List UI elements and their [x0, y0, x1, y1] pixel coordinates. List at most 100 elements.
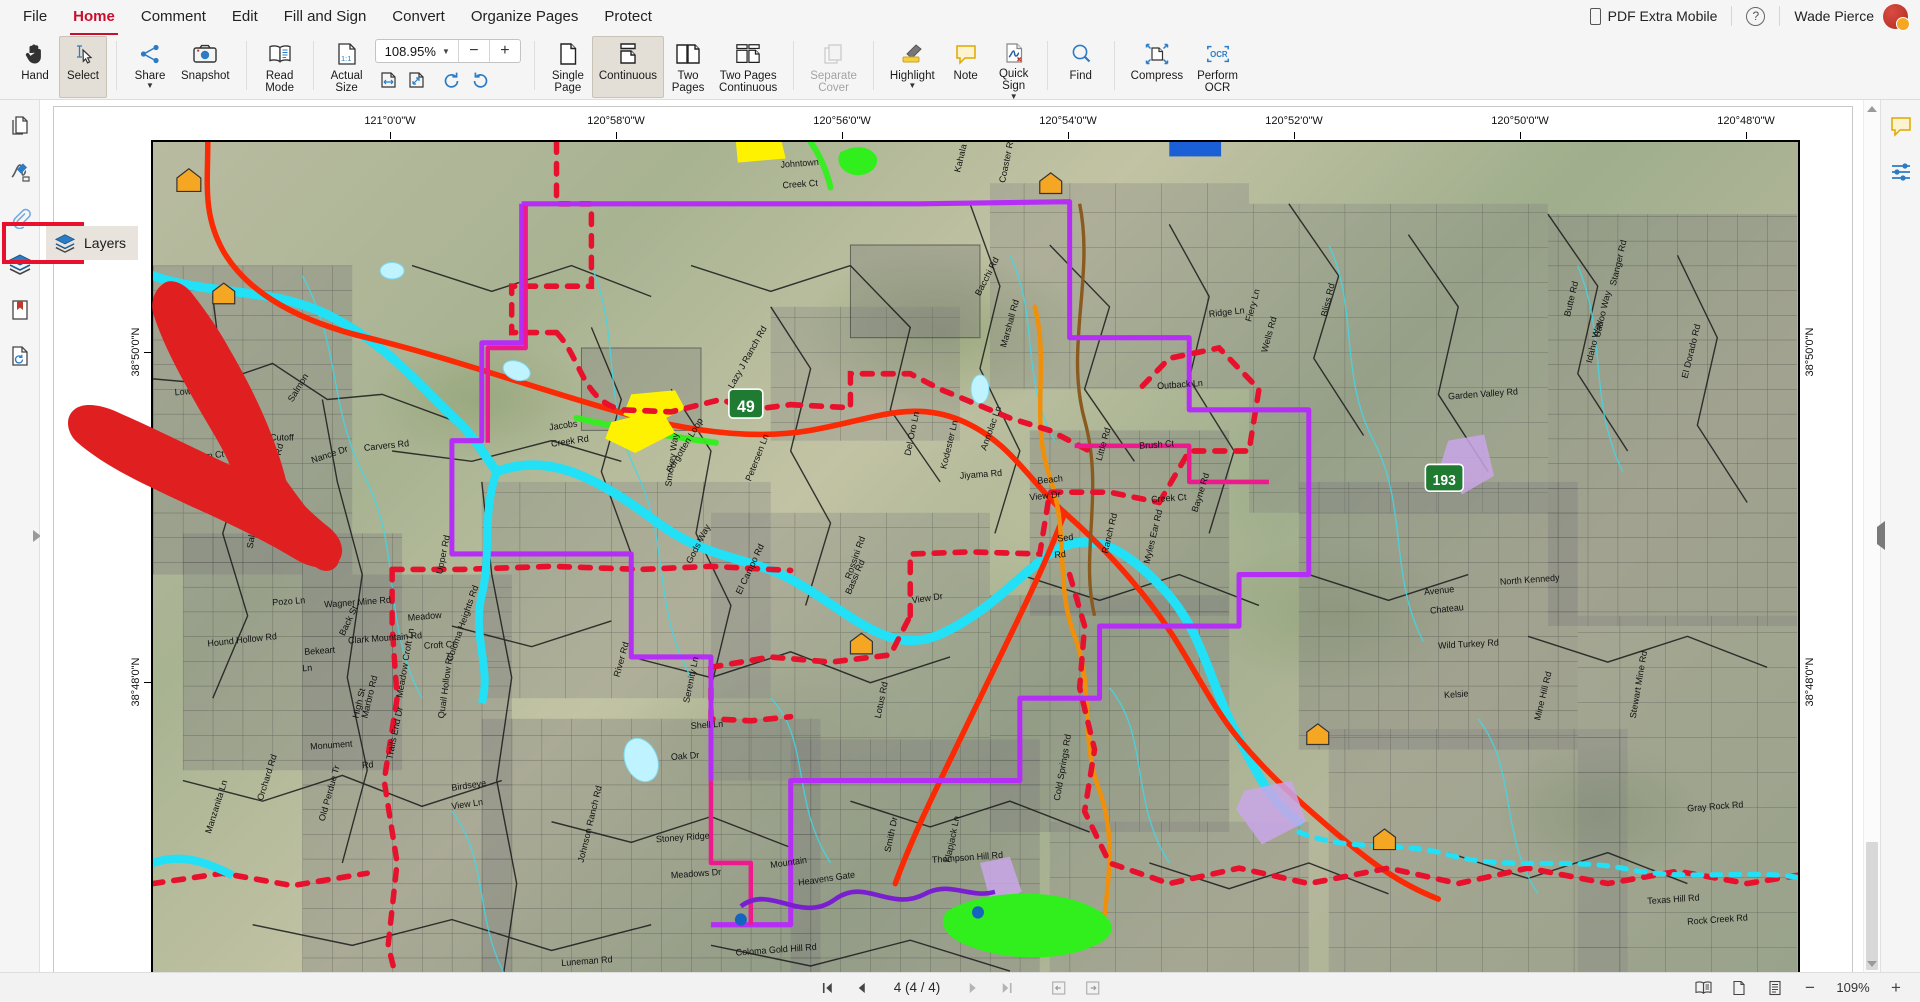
- share-chevron-down-icon[interactable]: ▼: [146, 82, 154, 90]
- menu-item-comment[interactable]: Comment: [128, 2, 219, 31]
- layers-tooltip[interactable]: Layers: [46, 226, 139, 260]
- view-mode-book-icon[interactable]: [1692, 978, 1714, 998]
- document-view[interactable]: 121°0'0"W 120°58'0"W 120°56'0"W 120°54'0…: [40, 100, 1880, 1002]
- note-button[interactable]: Note: [942, 36, 990, 98]
- menu-item-edit[interactable]: Edit: [219, 2, 271, 31]
- highlight-blue-area: [1169, 142, 1222, 157]
- hand-tool-button[interactable]: Hand: [11, 36, 59, 98]
- sidebar-item-revisions[interactable]: [6, 342, 34, 370]
- find-button[interactable]: Find: [1057, 36, 1105, 98]
- chevron-up-icon: [1867, 105, 1877, 112]
- rotate-cw-icon[interactable]: [467, 68, 493, 92]
- sidebar-item-signatures[interactable]: [6, 158, 34, 186]
- share-button[interactable]: Share ▼: [126, 36, 174, 98]
- menu-item-fill-and-sign[interactable]: Fill and Sign: [271, 2, 380, 31]
- fit-width-icon[interactable]: [375, 68, 401, 92]
- svg-text:Falls Cutoff: Falls Cutoff: [249, 433, 295, 443]
- highway-shield-193: 193: [1424, 463, 1465, 492]
- page-indicator[interactable]: 4 (4 / 4): [886, 980, 949, 995]
- last-page-button[interactable]: [996, 978, 1016, 998]
- status-zoom-level: 109%: [1836, 980, 1870, 995]
- two-pages-continuous-button[interactable]: Two Pages Continuous: [712, 36, 784, 98]
- menu-divider-2: [1779, 6, 1781, 26]
- menu-item-home[interactable]: Home: [60, 2, 128, 35]
- chevron-down-icon: [1867, 960, 1877, 967]
- scrollbar-thumb[interactable]: [1866, 842, 1878, 970]
- menu-item-convert[interactable]: Convert: [379, 2, 458, 31]
- svg-text:Carvers Rd: Carvers Rd: [363, 438, 409, 453]
- zoom-in-button[interactable]: +: [490, 40, 520, 62]
- svg-text:Coaster Rd: Coaster Rd: [997, 142, 1016, 184]
- rotate-ccw-icon[interactable]: [439, 68, 465, 92]
- menu-item-protect[interactable]: Protect: [591, 2, 665, 31]
- lon-label-top-4: 120°52'0"W: [1265, 115, 1323, 127]
- svg-text:Jiyama Rd: Jiyama Rd: [960, 468, 1003, 481]
- lat-label-left-0: 38°50'0"N: [130, 327, 142, 377]
- zoom-combo[interactable]: 108.95% ▼ − +: [374, 39, 521, 63]
- lat-tick-left-1: [144, 682, 151, 683]
- view-mode-single-icon[interactable]: [1728, 978, 1750, 998]
- status-zoom-in-button[interactable]: +: [1886, 978, 1906, 998]
- pdf-extra-app: File Home Comment Edit Fill and Sign Con…: [0, 0, 1920, 1002]
- first-page-button[interactable]: [818, 978, 838, 998]
- previous-page-button[interactable]: [852, 978, 872, 998]
- previous-view-button[interactable]: [1048, 978, 1068, 998]
- hand-icon: [22, 41, 48, 67]
- layers-tooltip-label: Layers: [84, 235, 127, 251]
- map-frame: 49 193 Lowell Ln Salmon Falls Cutoff Nan…: [151, 140, 1800, 1002]
- sidebar-item-thumbnails[interactable]: [6, 112, 34, 140]
- quick-sign-button[interactable]: Quick Sign ▼: [990, 36, 1038, 100]
- menu-divider-1: [1731, 6, 1733, 26]
- read-mode-button[interactable]: Read Mode: [256, 36, 304, 98]
- next-view-button[interactable]: [1082, 978, 1102, 998]
- highlight-chevron-down-icon[interactable]: ▼: [908, 82, 916, 90]
- sidebar-item-bookmarks[interactable]: [6, 296, 34, 324]
- continuous-button[interactable]: Continuous: [591, 35, 665, 98]
- user-name-label[interactable]: Wade Pierce: [1794, 8, 1874, 24]
- lat-label-right-1: 38°48'0"N: [1804, 657, 1816, 707]
- continuous-icon: [615, 41, 641, 67]
- single-page-label: Single Page: [551, 69, 584, 95]
- svg-text:Sed: Sed: [1057, 532, 1074, 544]
- zoom-chevron-down-icon[interactable]: ▼: [442, 47, 458, 56]
- view-mode-continuous-icon[interactable]: [1764, 978, 1786, 998]
- toolbar-group-annotate: Highlight ▼ Note Quick Sign ▼: [878, 32, 1043, 100]
- fit-page-icon[interactable]: [403, 68, 429, 92]
- app-body: 121°0'0"W 120°58'0"W 120°56'0"W 120°54'0…: [0, 100, 1920, 1002]
- phone-icon: [1589, 7, 1601, 25]
- snapshot-button[interactable]: Snapshot: [174, 36, 237, 98]
- actual-size-label: Actual Size: [330, 69, 363, 95]
- actual-size-button[interactable]: 1:1 Actual Size: [323, 36, 371, 98]
- compress-button[interactable]: Compress: [1124, 36, 1190, 98]
- pdf-extra-mobile-button[interactable]: PDF Extra Mobile: [1589, 7, 1717, 25]
- select-tool-button[interactable]: Select: [59, 35, 107, 98]
- zoom-out-button[interactable]: −: [459, 40, 489, 62]
- svg-text:Creek Ct: Creek Ct: [782, 178, 818, 191]
- avatar[interactable]: [1883, 3, 1910, 31]
- sidebar-item-comments[interactable]: [1887, 112, 1915, 140]
- snapshot-icon: [192, 41, 218, 67]
- menu-item-file[interactable]: File: [10, 2, 60, 31]
- svg-text:OCR: OCR: [1210, 50, 1228, 59]
- sidebar-item-properties[interactable]: [1887, 158, 1915, 186]
- lon-tick-top-3: [1068, 132, 1069, 139]
- note-icon: [953, 41, 979, 67]
- right-panel-expander[interactable]: [1877, 521, 1885, 550]
- toolbar-group-cover: Separate Cover: [798, 32, 869, 99]
- next-page-button[interactable]: [962, 978, 982, 998]
- note-label: Note: [953, 69, 978, 82]
- single-page-button[interactable]: Single Page: [544, 36, 592, 98]
- highway-shield-49: 49: [728, 388, 764, 419]
- scroll-down-button[interactable]: [1864, 955, 1880, 972]
- status-zoom-out-button[interactable]: −: [1800, 978, 1820, 998]
- perform-ocr-button[interactable]: OCR Perform OCR: [1190, 36, 1245, 98]
- highlight-button[interactable]: Highlight ▼: [883, 36, 942, 98]
- scroll-up-button[interactable]: [1864, 100, 1880, 117]
- quick-sign-chevron-down-icon[interactable]: ▼: [1010, 92, 1018, 100]
- help-icon[interactable]: ?: [1746, 6, 1766, 26]
- toolbar-group-share: Share ▼ Snapshot: [121, 32, 242, 99]
- lon-tick-top-0: [390, 132, 391, 139]
- toolbar-divider-4: [533, 41, 535, 90]
- two-pages-button[interactable]: Two Pages: [664, 36, 712, 98]
- menu-item-organize-pages[interactable]: Organize Pages: [458, 2, 592, 31]
